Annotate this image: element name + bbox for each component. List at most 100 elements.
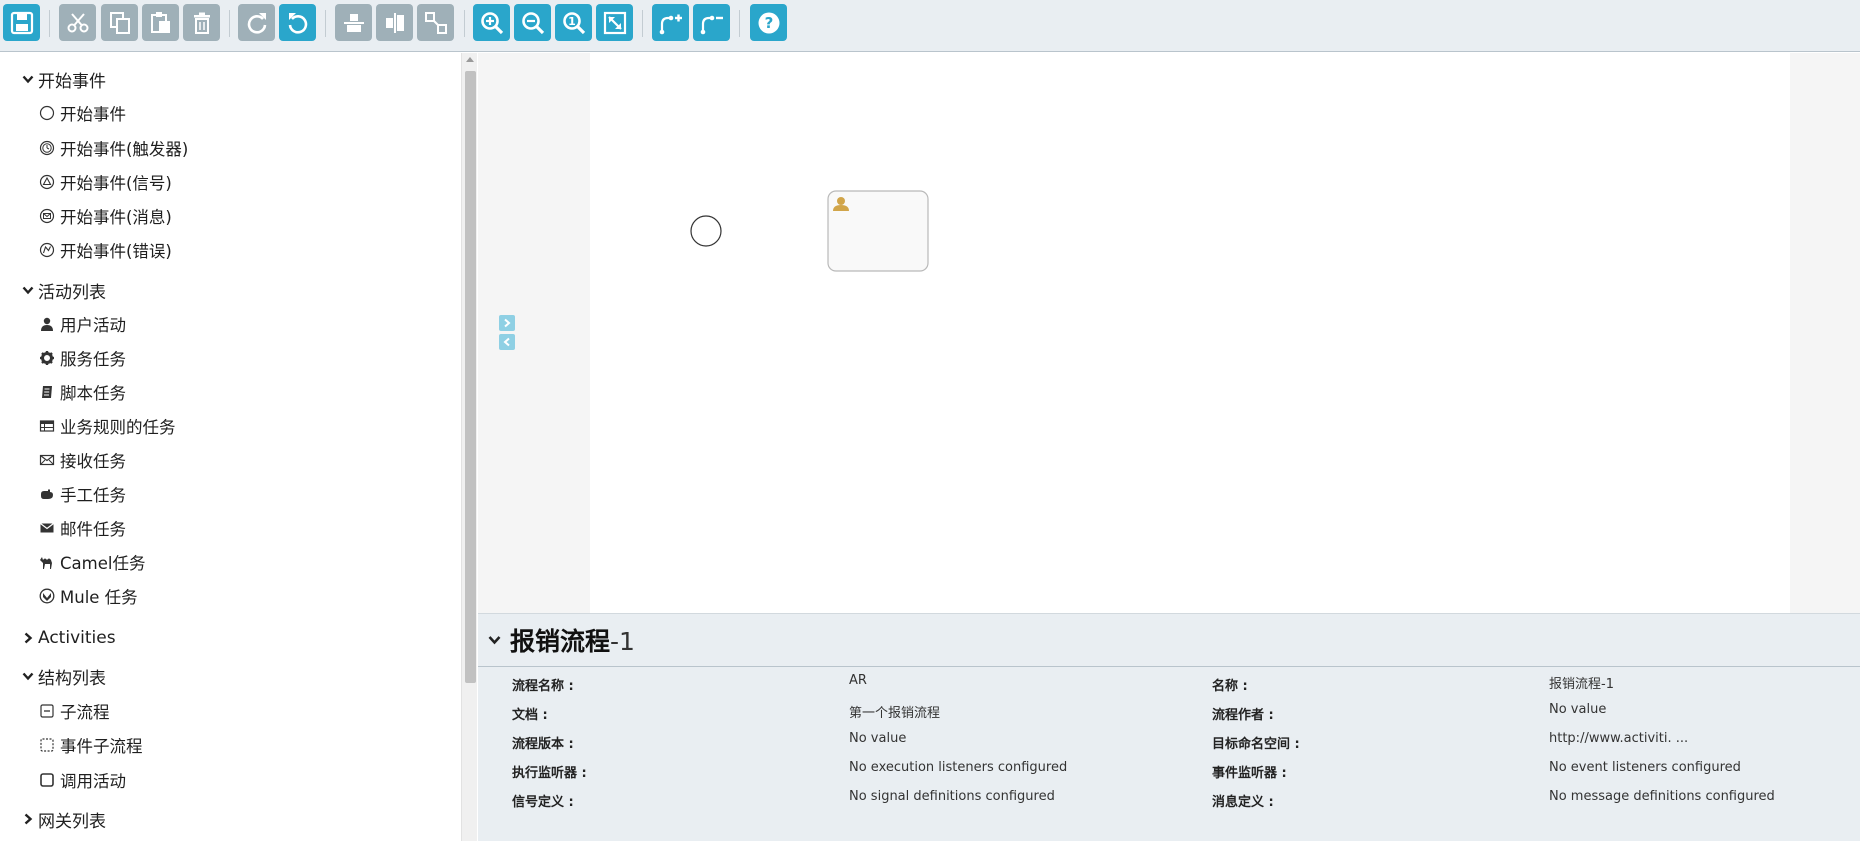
property-value[interactable]: No message definitions configured — [1549, 789, 1775, 804]
property-key: 执行监听器 : — [512, 766, 587, 781]
add-bendpoint-button[interactable] — [652, 4, 689, 41]
property-value[interactable]: No value — [849, 731, 906, 746]
chevron-down-icon — [19, 671, 37, 681]
help-button[interactable]: ? — [750, 4, 787, 41]
palette-item-label: 调用活动 — [60, 772, 126, 791]
property-value[interactable]: No event listeners configured — [1549, 760, 1741, 775]
palette-item-label: 开始事件(消息) — [60, 208, 172, 227]
palette-group-activity-list[interactable]: 活动列表 — [0, 275, 106, 305]
zoom-out-icon — [521, 11, 544, 34]
property-value[interactable]: No execution listeners configured — [849, 760, 1067, 775]
property-value[interactable]: AR — [849, 673, 867, 688]
svg-text:?: ? — [764, 14, 773, 32]
palette-item-label: Mule 任务 — [60, 588, 138, 607]
palette-item-label: 开始事件(触发器) — [60, 140, 189, 159]
zoom-out-button[interactable] — [514, 4, 551, 41]
align-vertical-button[interactable] — [376, 4, 413, 41]
add-bendpoint-icon — [659, 14, 682, 34]
property-key: 文档 : — [512, 708, 548, 723]
palette-group-label: 网关列表 — [38, 811, 106, 832]
copy-icon — [109, 11, 130, 34]
palette-item-label: 开始事件 — [60, 105, 126, 124]
remove-bendpoint-icon — [700, 15, 723, 34]
delete-button[interactable] — [183, 4, 220, 41]
undo-button[interactable] — [279, 4, 316, 41]
align-horizontal-icon — [343, 13, 364, 32]
diagram-svg — [690, 190, 929, 272]
remove-bendpoint-button[interactable] — [693, 4, 730, 41]
property-value[interactable]: http://www.activiti. ... — [1549, 731, 1688, 746]
property-row: 流程名称 : AR 名称 : 报销流程-1 — [478, 668, 1860, 697]
zoom-actual-button[interactable]: 1 — [555, 4, 592, 41]
collapse-palette-button[interactable] — [499, 334, 515, 350]
save-button[interactable] — [3, 4, 40, 41]
palette-group-structure-list[interactable]: 结构列表 — [0, 661, 106, 691]
timer-start-icon — [38, 140, 55, 157]
trash-icon — [193, 12, 210, 34]
palette-group-label: Activities — [38, 628, 116, 648]
start-event-shape[interactable] — [690, 215, 722, 247]
zoom-in-button[interactable] — [473, 4, 510, 41]
cut-button[interactable] — [59, 4, 96, 41]
script-icon — [38, 384, 55, 401]
cut-icon — [67, 12, 88, 32]
same-size-button[interactable] — [417, 4, 454, 41]
error-start-icon — [38, 242, 55, 259]
palette-item-label: 子流程 — [60, 703, 110, 722]
paste-button[interactable] — [142, 4, 179, 41]
user-task-shape[interactable] — [827, 190, 929, 272]
zoom-fit-button[interactable] — [596, 4, 633, 41]
properties-title: 报销流程-1 — [510, 627, 635, 656]
property-value[interactable]: 第一个报销流程 — [849, 702, 940, 721]
property-row: 执行监听器 : No execution listeners configure… — [478, 755, 1860, 784]
align-horizontal-button[interactable] — [335, 4, 372, 41]
palette-item-label: 邮件任务 — [60, 520, 126, 539]
scrollbar-thumb[interactable] — [465, 71, 476, 683]
toolbar-separator — [229, 10, 230, 37]
palette-scrollbar[interactable] — [461, 53, 477, 841]
envelope-open-icon — [38, 452, 55, 469]
toolbar-separator — [739, 10, 740, 37]
paste-icon — [150, 11, 170, 33]
palette-item-label: 用户活动 — [60, 316, 126, 335]
chevron-down-icon — [19, 285, 37, 295]
chevron-down-icon — [19, 74, 37, 84]
undo-icon — [288, 12, 307, 34]
expand-palette-button[interactable] — [499, 315, 515, 331]
svg-text:1: 1 — [568, 15, 576, 28]
palette-item-label: 事件子流程 — [60, 737, 143, 756]
copy-button[interactable] — [101, 4, 138, 41]
property-key: 流程作者 : — [1212, 708, 1274, 723]
property-row: 流程版本 : No value 目标命名空间 : http://www.acti… — [478, 726, 1860, 755]
property-value[interactable]: 报销流程-1 — [1549, 673, 1614, 692]
property-value[interactable]: No signal definitions configured — [849, 789, 1055, 804]
property-row: 信号定义 : No signal definitions configured … — [478, 784, 1860, 813]
chevron-right-icon — [19, 813, 37, 825]
palette-group-gateways[interactable]: 网关列表 — [0, 804, 106, 834]
property-key: 目标命名空间 : — [1212, 737, 1300, 752]
property-value[interactable]: No value — [1549, 702, 1606, 717]
palette-group-start-events[interactable]: 开始事件 — [0, 64, 106, 94]
toolbar-separator — [464, 10, 465, 37]
properties-header[interactable]: 报销流程-1 — [478, 614, 1860, 667]
zoom-actual-icon: 1 — [562, 11, 585, 34]
palette-item-label: 开始事件(信号) — [60, 174, 172, 193]
property-key: 消息定义 : — [1212, 795, 1274, 810]
palette: 开始事件 开始事件 开始事件(触发器) 开始事件(信号) 开始事件(消息) 开始… — [0, 53, 461, 841]
align-vertical-icon — [385, 12, 404, 33]
redo-button[interactable] — [238, 4, 275, 41]
zoom-fit-icon — [603, 11, 626, 34]
user-icon — [38, 316, 55, 333]
palette-group-activities[interactable]: Activities — [0, 623, 116, 653]
palette-item-label: 手工任务 — [60, 486, 126, 505]
scroll-up-arrow-icon[interactable] — [466, 57, 474, 62]
call-activity-icon — [38, 772, 55, 789]
property-key: 流程名称 : — [512, 679, 574, 694]
palette-item-label: 开始事件(错误) — [60, 242, 172, 261]
palette-item-label: 接收任务 — [60, 452, 126, 471]
event-subprocess-icon — [38, 737, 55, 754]
chevron-right-icon — [19, 632, 37, 644]
process-canvas[interactable] — [590, 53, 1790, 613]
hand-icon — [38, 486, 55, 503]
chevron-down-icon — [488, 635, 504, 645]
